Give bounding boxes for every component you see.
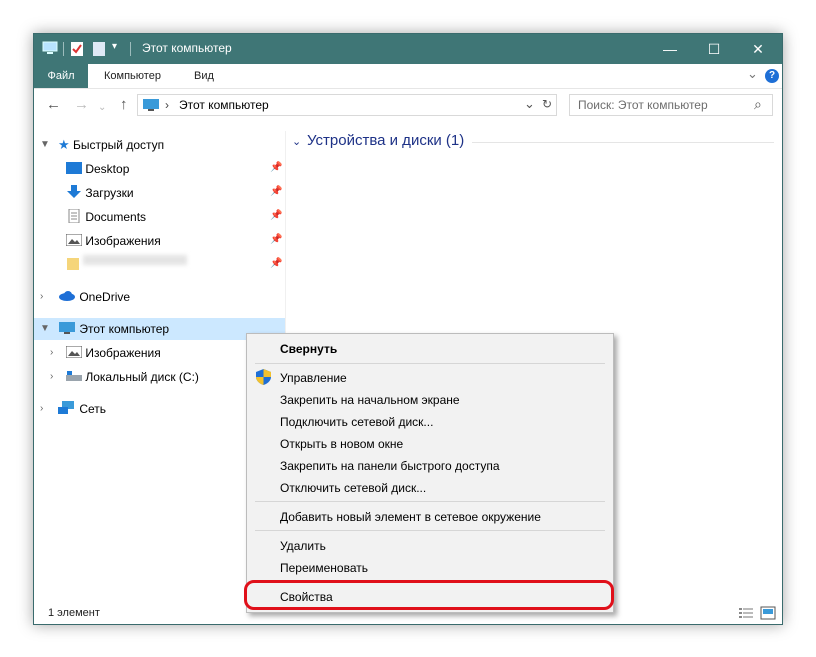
chevron-down-icon[interactable]: ⌄ <box>292 135 301 148</box>
nav-local-disk[interactable]: Локальный диск (C:) <box>66 366 199 388</box>
computer-icon <box>42 41 58 54</box>
context-menu: Свернуть Управление Закрепить на начальн… <box>246 333 614 613</box>
nav-label: Изображения <box>85 234 161 248</box>
blurred-folder-name <box>83 255 188 265</box>
nav-item-blurred-folder[interactable] <box>66 254 188 276</box>
pictures-icon <box>65 345 83 359</box>
nav-item-downloads[interactable]: Загрузки <box>66 182 134 204</box>
address-text[interactable]: Этот компьютер <box>179 98 269 112</box>
menu-item-pin-quick-access[interactable]: Закрепить на панели быстрого доступа <box>280 459 500 473</box>
tab-view[interactable]: Вид <box>194 64 214 88</box>
chevron-right-icon[interactable]: › <box>50 347 53 358</box>
nav-label: Быстрый доступ <box>73 138 165 152</box>
menu-item-rename[interactable]: Переименовать <box>280 561 368 575</box>
address-row: ← → ⌄ ↑ › Этот компьютер ⌄ ↻ Поиск: Этот… <box>34 89 782 121</box>
nav-this-pc[interactable]: Этот компьютер <box>58 318 169 340</box>
pin-icon[interactable]: 📌 <box>270 162 282 173</box>
section-divider <box>472 142 774 143</box>
tab-computer[interactable]: Компьютер <box>104 64 161 88</box>
help-icon[interactable]: ? <box>765 69 779 83</box>
window-title: Этот компьютер <box>142 41 232 55</box>
nav-item-pictures[interactable]: Изображения <box>65 230 161 252</box>
forward-button[interactable]: → <box>74 97 89 112</box>
nav-label: Изображения <box>85 346 161 360</box>
download-icon <box>67 185 81 198</box>
pin-icon[interactable]: 📌 <box>270 258 282 269</box>
maximize-button[interactable]: ☐ <box>692 34 736 64</box>
properties-icon[interactable] <box>70 41 84 57</box>
menu-item-delete[interactable]: Удалить <box>280 539 326 553</box>
back-button[interactable]: ← <box>46 97 61 112</box>
menu-item-disconnect-drive[interactable]: Отключить сетевой диск... <box>280 481 426 495</box>
document-icon <box>68 208 80 224</box>
section-devices-drives[interactable]: Устройства и диски (1) <box>307 132 464 149</box>
address-bar[interactable]: › Этот компьютер ⌄ ↻ <box>137 94 557 116</box>
menu-item-collapse[interactable]: Свернуть <box>280 342 337 356</box>
menu-item-open-new-window[interactable]: Открыть в новом окне <box>280 437 403 451</box>
close-button[interactable]: ✕ <box>736 34 780 64</box>
search-icon[interactable]: ⌕ <box>754 96 762 113</box>
menu-item-map-drive[interactable]: Подключить сетевой диск... <box>280 415 433 429</box>
details-view-icon[interactable] <box>738 606 754 620</box>
chevron-right-icon[interactable]: › <box>40 291 43 302</box>
menu-separator <box>255 363 605 364</box>
ribbon-tabs: Файл Компьютер Вид ⌄ ? <box>34 64 782 89</box>
menu-item-pin-start[interactable]: Закрепить на начальном экране <box>280 393 460 407</box>
nav-item-desktop[interactable]: Desktop <box>66 158 129 180</box>
pictures-icon <box>65 233 83 247</box>
title-bar[interactable]: ▾ Этот компьютер — ☐ ✕ <box>34 34 782 64</box>
nav-label: Сеть <box>79 402 107 416</box>
chevron-down-icon[interactable]: ▼ <box>40 139 50 150</box>
up-button[interactable]: ↑ <box>120 97 128 112</box>
desktop-icon <box>66 162 82 174</box>
nav-label: OneDrive <box>79 290 131 304</box>
nav-item-documents[interactable]: Documents <box>66 206 146 228</box>
star-icon: ★ <box>58 137 70 152</box>
menu-separator <box>255 501 605 502</box>
search-placeholder: Поиск: Этот компьютер <box>578 98 708 112</box>
nav-onedrive[interactable]: OneDrive <box>58 286 130 308</box>
nav-quick-access[interactable]: ★ Быстрый доступ <box>58 134 164 156</box>
chevron-right-icon[interactable]: › <box>50 371 53 382</box>
nav-pc-pictures[interactable]: Изображения <box>65 342 161 364</box>
computer-icon <box>59 322 75 334</box>
new-folder-icon[interactable] <box>92 41 106 57</box>
search-input[interactable]: Поиск: Этот компьютер ⌕ <box>569 94 773 116</box>
properties-highlight-outline <box>244 580 614 610</box>
tab-file[interactable]: Файл <box>34 64 88 88</box>
computer-icon <box>143 99 159 111</box>
qat-separator <box>63 42 64 56</box>
qat-dropdown-icon[interactable]: ▾ <box>112 41 117 52</box>
nav-label: Desktop <box>85 162 130 176</box>
folder-icon <box>67 258 79 270</box>
address-separator-icon[interactable]: › <box>165 98 169 112</box>
menu-item-add-network-location[interactable]: Добавить новый элемент в сетевое окружен… <box>280 510 541 524</box>
nav-label: Этот компьютер <box>79 322 170 336</box>
minimize-button[interactable]: — <box>648 34 692 64</box>
chevron-right-icon[interactable]: › <box>40 403 43 414</box>
network-icon <box>58 401 74 414</box>
pin-icon[interactable]: 📌 <box>270 186 282 197</box>
item-count: 1 элемент <box>48 607 100 619</box>
address-dropdown-icon[interactable]: ⌄ <box>524 96 535 112</box>
nav-label: Documents <box>85 210 147 224</box>
menu-separator <box>255 530 605 531</box>
refresh-icon[interactable]: ↻ <box>542 97 552 111</box>
chevron-down-icon[interactable]: ▼ <box>40 323 50 334</box>
menu-item-manage[interactable]: Управление <box>280 371 347 385</box>
cloud-icon <box>59 291 75 301</box>
pin-icon[interactable]: 📌 <box>270 234 282 245</box>
drive-icon <box>66 371 82 381</box>
nav-network[interactable]: Сеть <box>58 398 106 420</box>
title-separator <box>130 42 131 56</box>
pin-icon[interactable]: 📌 <box>270 210 282 221</box>
tiles-view-icon[interactable] <box>760 606 776 620</box>
shield-icon <box>256 369 271 385</box>
ribbon-expand-icon[interactable]: ⌄ <box>747 66 758 82</box>
history-dropdown-icon[interactable]: ⌄ <box>98 100 106 115</box>
nav-label: Загрузки <box>85 186 134 200</box>
nav-label: Локальный диск (C:) <box>85 370 199 384</box>
